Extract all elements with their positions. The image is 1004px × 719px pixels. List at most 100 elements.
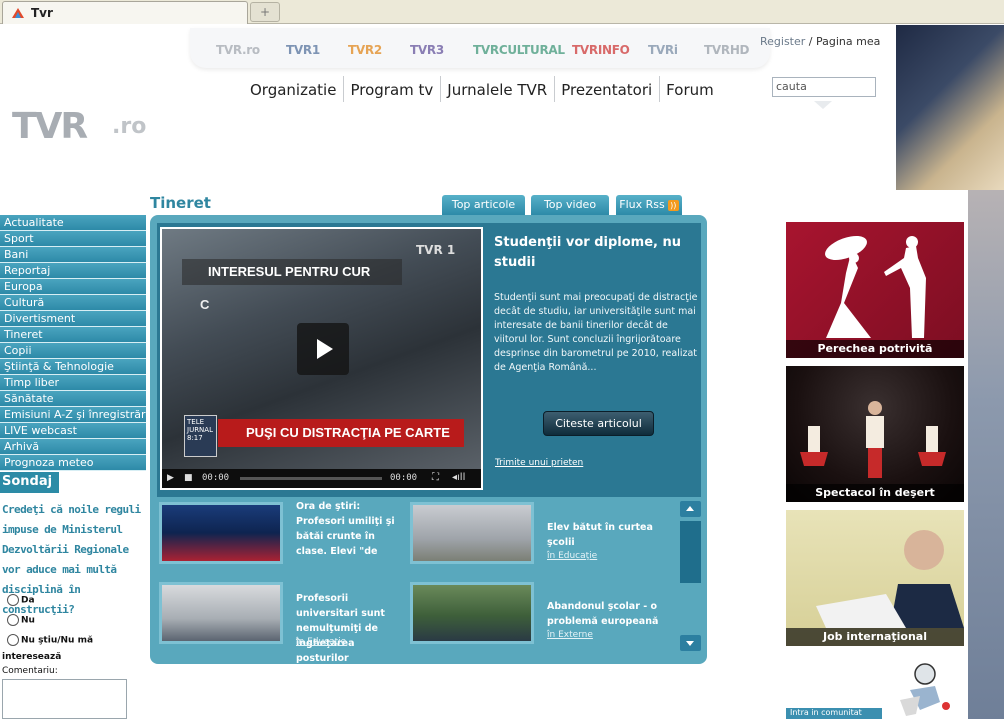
article-title[interactable]: Elev bătut în curtea şcolii [547,520,660,550]
sidebar-item-copii[interactable]: Copii [0,343,146,359]
article-title[interactable]: Profesorii universitari sunt nemulţumiţi… [296,591,409,666]
scroll-down-button[interactable] [680,635,701,651]
dancers-silhouette-icon [800,401,946,478]
send-to-friend-link[interactable]: Trimite unui prieten [495,458,583,468]
tab-top-articole[interactable]: Top articole [442,195,525,215]
video-channel-tag: TVR 1 [416,243,456,257]
article-thumbnail[interactable] [159,502,283,564]
community-banner[interactable]: Intra in comunitat [786,708,882,719]
sidebar-item-tineret[interactable]: Tineret [0,327,146,343]
my-page-link[interactable]: Pagina mea [816,35,880,48]
channel-tvr2[interactable]: TVR2 [348,43,382,57]
account-separator: / [805,35,816,48]
browser-tab[interactable]: Tvr [2,1,248,24]
search-input[interactable]: cauta [772,77,876,97]
channel-tvr3[interactable]: TVR3 [410,43,444,57]
video-controls: ▶ ■ 00:00 00:00 ⛶ ◂ıll [162,469,481,488]
poll-option-label-cont: interesează [2,652,62,662]
scroll-up-button[interactable] [680,501,701,517]
channel-tvr-info[interactable]: TVRINFO [572,43,630,57]
read-article-button[interactable]: Citeste articolul [543,411,654,436]
radio-icon[interactable] [7,594,19,606]
nav-organizatie[interactable]: Organizatie [244,76,343,102]
sidebar-item-cultura[interactable]: Cultură [0,295,146,311]
channel-tvr-hd[interactable]: TVRHD [704,43,750,57]
article-item[interactable]: Abandonul şcolar - o problemă europeană … [410,582,660,652]
sidebar-item-divertisment[interactable]: Divertisment [0,311,146,327]
volume-icon[interactable]: ◂ıll [452,472,465,483]
logo-text: TVR [12,106,88,147]
job-person-icon [816,530,964,628]
sidebar-item-sport[interactable]: Sport [0,231,146,247]
background-decoration [896,25,1004,190]
article-thumbnail[interactable] [410,582,534,644]
sidebar-item-prognoza-meteo[interactable]: Prognoza meteo [0,455,146,471]
article-title[interactable]: Abandonul şcolar - o problemă europeană [547,599,660,629]
article-item[interactable]: Ora de ştiri: Profesori umiliţi şi bătăi… [159,499,409,572]
article-thumbnail[interactable] [410,502,534,564]
featured-article: INTERESUL PENTRU CUR C TVR 1 TELE JURNAL… [157,223,701,497]
article-item[interactable]: Profesorii universitari sunt nemulţumiţi… [159,582,409,664]
sidebar-item-bani[interactable]: Bani [0,247,146,263]
sidebar-item-timp-liber[interactable]: Timp liber [0,375,146,391]
promo-perechea-potrivita[interactable]: Perechea potrivită [786,222,964,358]
skater-icon [900,663,950,716]
channel-tvr-cultural[interactable]: TVRCULTURAL [473,43,565,57]
article-category[interactable]: în Externe [547,630,593,640]
tab-top-video[interactable]: Top video [531,195,609,215]
article-thumbnail[interactable] [159,582,283,644]
fullscreen-icon[interactable]: ⛶ [432,472,439,483]
comment-textarea[interactable] [2,679,127,719]
article-item[interactable]: Elev bătut în curtea şcolii în Educaţie [410,502,660,572]
background-decoration-side [968,190,1004,719]
logo-suffix: .ro [112,114,147,139]
sidebar-item-europa[interactable]: Europa [0,279,146,295]
tvr-favicon-icon [12,8,24,18]
sidebar-item-arhiva[interactable]: Arhivă [0,439,146,455]
sidebar-item-stiinta[interactable]: Ştiinţă & Tehnologie [0,359,146,375]
comment-label: Comentariu: [2,666,58,676]
nav-forum[interactable]: Forum [659,76,721,102]
section-title: Tineret [150,194,211,212]
nav-prezentatori[interactable]: Prezentatori [554,76,659,102]
channel-tvr-i[interactable]: TVRi [648,43,678,57]
radio-icon[interactable] [7,634,19,646]
play-button[interactable] [297,323,349,375]
register-link[interactable]: Register [760,35,805,48]
poll-option-nu-stiu[interactable]: Nu ştiu/Nu mă [7,634,93,646]
poll-option-da[interactable]: Da [7,594,35,606]
poll-option-label: Nu [21,615,35,626]
promo-spectacol-in-desert[interactable]: Spectacol în deşert [786,366,964,502]
scroll-track[interactable] [680,521,701,583]
sidebar-item-reportaj[interactable]: Reportaj [0,263,146,279]
play-control-icon[interactable]: ▶ [167,473,174,483]
video-headline-bar: PUŞI CU DISTRACŢIA PE CARTE [218,419,464,447]
featured-title[interactable]: Studenţii vor diplome, nu studii [494,233,694,273]
radio-icon[interactable] [7,614,19,626]
article-category[interactable]: în Educaţie [547,551,597,561]
site-logo[interactable]: TVR .ro [12,106,152,154]
promo-caption: Spectacol în deşert [786,484,964,502]
sidebar-item-actualitate[interactable]: Actualitate [0,215,146,231]
poll-option-nu[interactable]: Nu [7,614,35,626]
channel-tvr1[interactable]: TVR1 [286,43,320,57]
sidebar-item-emisiuni[interactable]: Emisiuni A-Z şi înregistrări [0,407,149,423]
promo-job-international[interactable]: Job internaţional [786,510,964,646]
rss-icon: )) [667,199,679,211]
video-caption: INTERESUL PENTRU CUR [182,259,402,285]
nav-jurnalele-tvr[interactable]: Jurnalele TVR [440,76,554,102]
article-title[interactable]: Ora de ştiri: Profesori umiliţi şi bătăi… [296,499,409,561]
video-player[interactable]: INTERESUL PENTRU CUR C TVR 1 TELE JURNAL… [160,227,483,490]
nav-program-tv[interactable]: Program tv [343,76,440,102]
article-category[interactable]: în Educaţie [296,637,346,647]
video-time-total: 00:00 [390,473,418,483]
promo-caption: Perechea potrivită [786,340,964,358]
sidebar-item-sanatate[interactable]: Sănătate [0,391,146,407]
sidebar-item-live-webcast[interactable]: LIVE webcast [0,423,146,439]
video-progress-bar[interactable] [240,477,382,480]
poll-option-label: Nu ştiu/Nu mă [21,635,94,646]
new-tab-button[interactable]: + [250,2,280,22]
stop-control-icon[interactable]: ■ [184,473,193,483]
channel-tvr-ro[interactable]: TVR.ro [216,43,260,57]
tab-flux-rss[interactable]: Flux Rss)) [616,195,682,215]
